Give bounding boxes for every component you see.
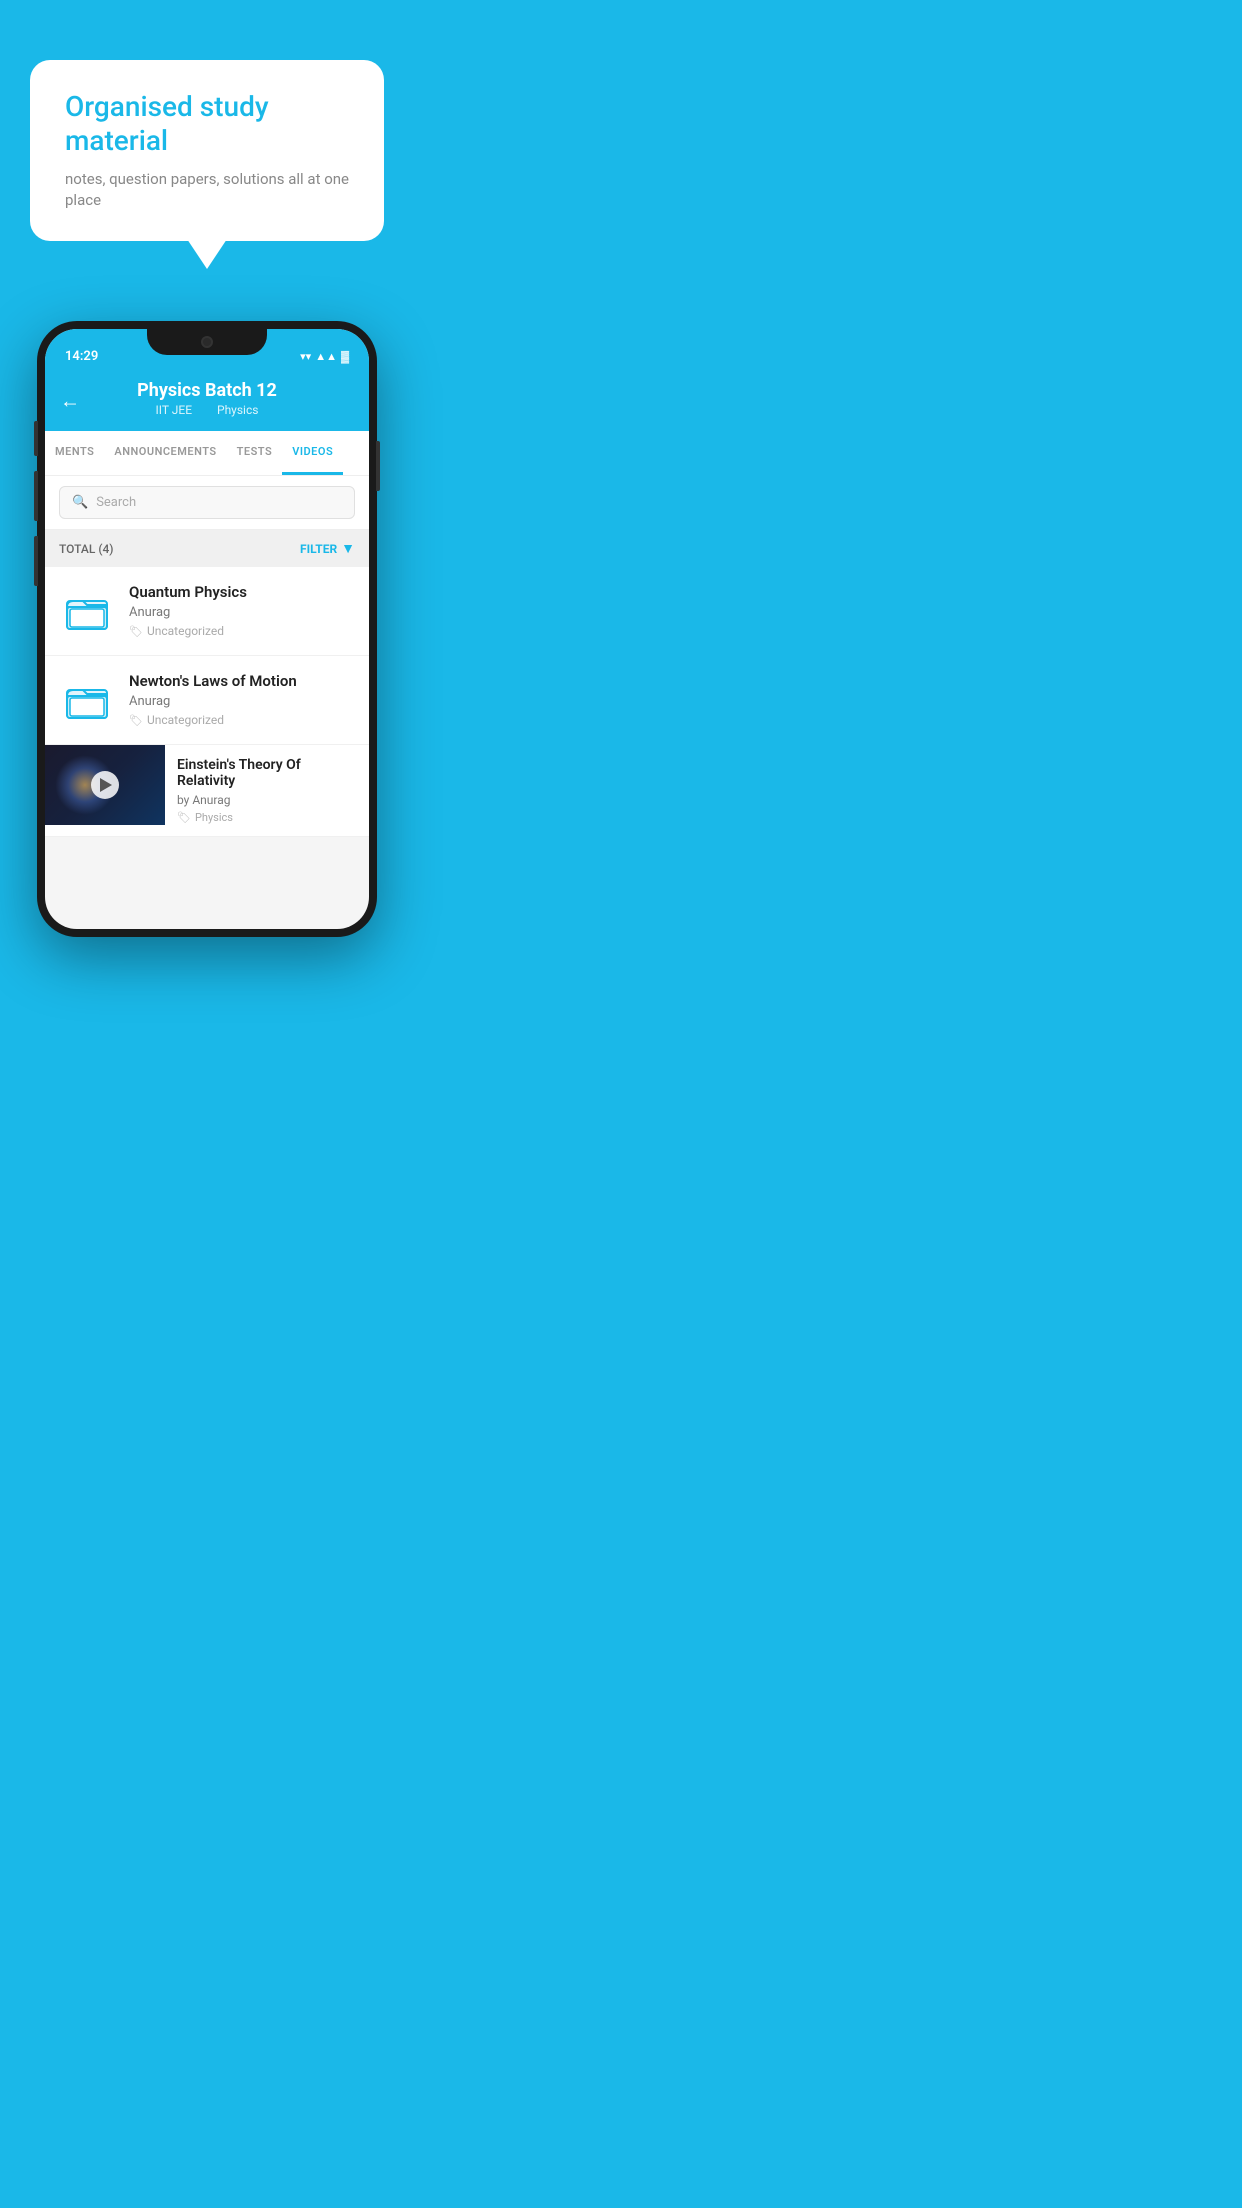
wifi-icon: ▾▾ [300, 350, 311, 363]
signal-icon: ▲▲ [315, 350, 337, 363]
tag-label: Uncategorized [147, 624, 224, 638]
filter-icon: ▼ [341, 540, 355, 557]
folder-icon [63, 587, 111, 635]
header-subtitle: IIT JEE Physics [60, 403, 354, 417]
back-button[interactable]: ← [60, 388, 80, 413]
status-icons: ▾▾ ▲▲ ▓ [300, 350, 349, 363]
tag-icon: 🏷 [129, 714, 143, 727]
video-info: Newton's Laws of Motion Anurag 🏷 Uncateg… [129, 672, 355, 727]
filter-button[interactable]: FILTER ▼ [300, 540, 355, 557]
search-input-container[interactable]: 🔍 Search [59, 486, 355, 519]
battery-icon: ▓ [341, 350, 349, 363]
tag-icon: 🏷 [177, 811, 191, 824]
video-thumbnail-image [45, 745, 165, 825]
tab-announcements[interactable]: ANNOUNCEMENTS [104, 431, 226, 475]
folder-icon [63, 676, 111, 724]
speech-bubble: Organised study material notes, question… [30, 60, 384, 241]
video-tag: 🏷 Uncategorized [129, 624, 355, 638]
search-bar: 🔍 Search [45, 476, 369, 530]
subtitle-divider [203, 403, 209, 417]
header-title: Physics Batch 12 [60, 380, 354, 401]
bubble-subtitle: notes, question papers, solutions all at… [65, 169, 349, 211]
extra-button [34, 536, 38, 586]
volume-down-button [34, 471, 38, 521]
phone-frame: 14:29 ▾▾ ▲▲ ▓ ← Physics Batch 12 IIT JEE… [37, 321, 377, 937]
search-placeholder: Search [96, 495, 136, 510]
video-tag: 🏷 Uncategorized [129, 713, 355, 727]
phone-notch [147, 329, 267, 355]
tag-label: Uncategorized [147, 713, 224, 727]
total-count: TOTAL (4) [59, 542, 113, 556]
video-author: by Anurag [177, 793, 357, 807]
volume-up-button [34, 421, 38, 456]
app-header: ← Physics Batch 12 IIT JEE Physics [45, 370, 369, 431]
camera-dot [201, 336, 213, 348]
phone-container: 14:29 ▾▾ ▲▲ ▓ ← Physics Batch 12 IIT JEE… [0, 321, 414, 957]
list-item[interactable]: Quantum Physics Anurag 🏷 Uncategorized [45, 567, 369, 656]
folder-thumbnail [59, 672, 115, 728]
tab-tests[interactable]: TESTS [227, 431, 283, 475]
play-button[interactable] [91, 771, 119, 799]
tab-videos[interactable]: VIDEOS [282, 431, 343, 475]
list-item[interactable]: Einstein's Theory Of Relativity by Anura… [45, 745, 369, 837]
video-title: Einstein's Theory Of Relativity [177, 757, 357, 789]
folder-thumbnail [59, 583, 115, 639]
subtitle-part-1: IIT JEE [156, 403, 193, 417]
filter-bar: TOTAL (4) FILTER ▼ [45, 530, 369, 567]
video-info: Quantum Physics Anurag 🏷 Uncategorized [129, 583, 355, 638]
video-title: Newton's Laws of Motion [129, 672, 355, 690]
subtitle-part-2: Physics [217, 403, 258, 417]
search-icon: 🔍 [72, 495, 88, 510]
bubble-title: Organised study material [65, 90, 349, 157]
video-author: Anurag [129, 694, 355, 709]
video-tag: 🏷 Physics [177, 811, 357, 824]
tabs-container: MENTS ANNOUNCEMENTS TESTS VIDEOS [45, 431, 369, 476]
play-triangle-icon [100, 778, 112, 792]
tab-ments[interactable]: MENTS [45, 431, 104, 475]
video-author: Anurag [129, 605, 355, 620]
power-button [376, 441, 380, 491]
list-item[interactable]: Newton's Laws of Motion Anurag 🏷 Uncateg… [45, 656, 369, 745]
video-info: Einstein's Theory Of Relativity by Anura… [165, 745, 369, 836]
top-section: Organised study material notes, question… [0, 0, 414, 271]
filter-label: FILTER [300, 542, 337, 556]
tag-icon: 🏷 [129, 625, 143, 638]
tag-label: Physics [195, 811, 233, 824]
video-list: Quantum Physics Anurag 🏷 Uncategorized [45, 567, 369, 837]
phone-screen: 14:29 ▾▾ ▲▲ ▓ ← Physics Batch 12 IIT JEE… [45, 329, 369, 929]
video-title: Quantum Physics [129, 583, 355, 601]
status-time: 14:29 [65, 349, 98, 364]
